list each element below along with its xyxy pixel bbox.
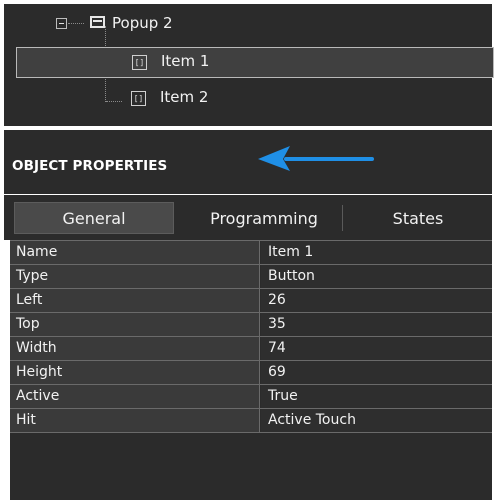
property-name: Width	[10, 337, 260, 360]
popup-icon	[90, 16, 105, 28]
property-row[interactable]: Name Item 1	[10, 240, 492, 264]
tab-states[interactable]: States	[344, 202, 492, 234]
property-value[interactable]: Button	[261, 265, 492, 288]
section-title: OBJECT PROPERTIES	[12, 158, 168, 174]
tree-item-popup-2[interactable]: Popup 2	[4, 12, 492, 38]
property-name: Height	[10, 361, 260, 384]
tree-item-label: Item 1	[161, 52, 210, 70]
grid-bottom-border	[10, 432, 492, 433]
property-value[interactable]: 35	[261, 313, 492, 336]
property-value[interactable]: 26	[261, 289, 492, 312]
properties-tabs: General Programming States	[4, 195, 492, 240]
tab-programming[interactable]: Programming	[184, 202, 344, 234]
object-tree: Popup 2 [] Item 1 [] Item 2	[4, 4, 494, 126]
property-row[interactable]: Top 35	[10, 312, 492, 336]
property-name: Top	[10, 313, 260, 336]
properties-window: Popup 2 [] Item 1 [] Item 2 OBJECT PROPE…	[0, 0, 496, 500]
collapse-icon[interactable]	[56, 18, 67, 29]
property-name: Type	[10, 265, 260, 288]
property-row[interactable]: Active True	[10, 384, 492, 408]
property-name: Name	[10, 241, 260, 264]
item-icon: []	[131, 91, 146, 106]
tree-item-item-1[interactable]: [] Item 1	[16, 47, 494, 78]
property-name: Left	[10, 289, 260, 312]
object-properties-header: OBJECT PROPERTIES	[4, 130, 492, 194]
property-value[interactable]: Item 1	[261, 241, 492, 264]
tree-item-label: Item 2	[160, 88, 209, 106]
property-row[interactable]: Left 26	[10, 288, 492, 312]
tree-item-label: Popup 2	[112, 14, 173, 32]
property-value[interactable]: True	[261, 385, 492, 408]
property-row[interactable]: Type Button	[10, 264, 492, 288]
property-value[interactable]: Active Touch	[261, 409, 492, 432]
property-row[interactable]: Height 69	[10, 360, 492, 384]
properties-grid: Name Item 1 Type Button Left 26 Top 35 W…	[10, 240, 492, 500]
property-value[interactable]: 74	[261, 337, 492, 360]
property-value[interactable]: 69	[261, 361, 492, 384]
tree-item-item-2[interactable]: [] Item 2	[4, 86, 492, 112]
arrow-left-icon	[258, 146, 374, 171]
tab-divider	[342, 205, 343, 231]
property-row[interactable]: Hit Active Touch	[10, 408, 492, 432]
item-icon: []	[132, 55, 147, 70]
property-name: Hit	[10, 409, 260, 432]
property-row[interactable]: Width 74	[10, 336, 492, 360]
property-name: Active	[10, 385, 260, 408]
tab-general[interactable]: General	[14, 202, 174, 234]
